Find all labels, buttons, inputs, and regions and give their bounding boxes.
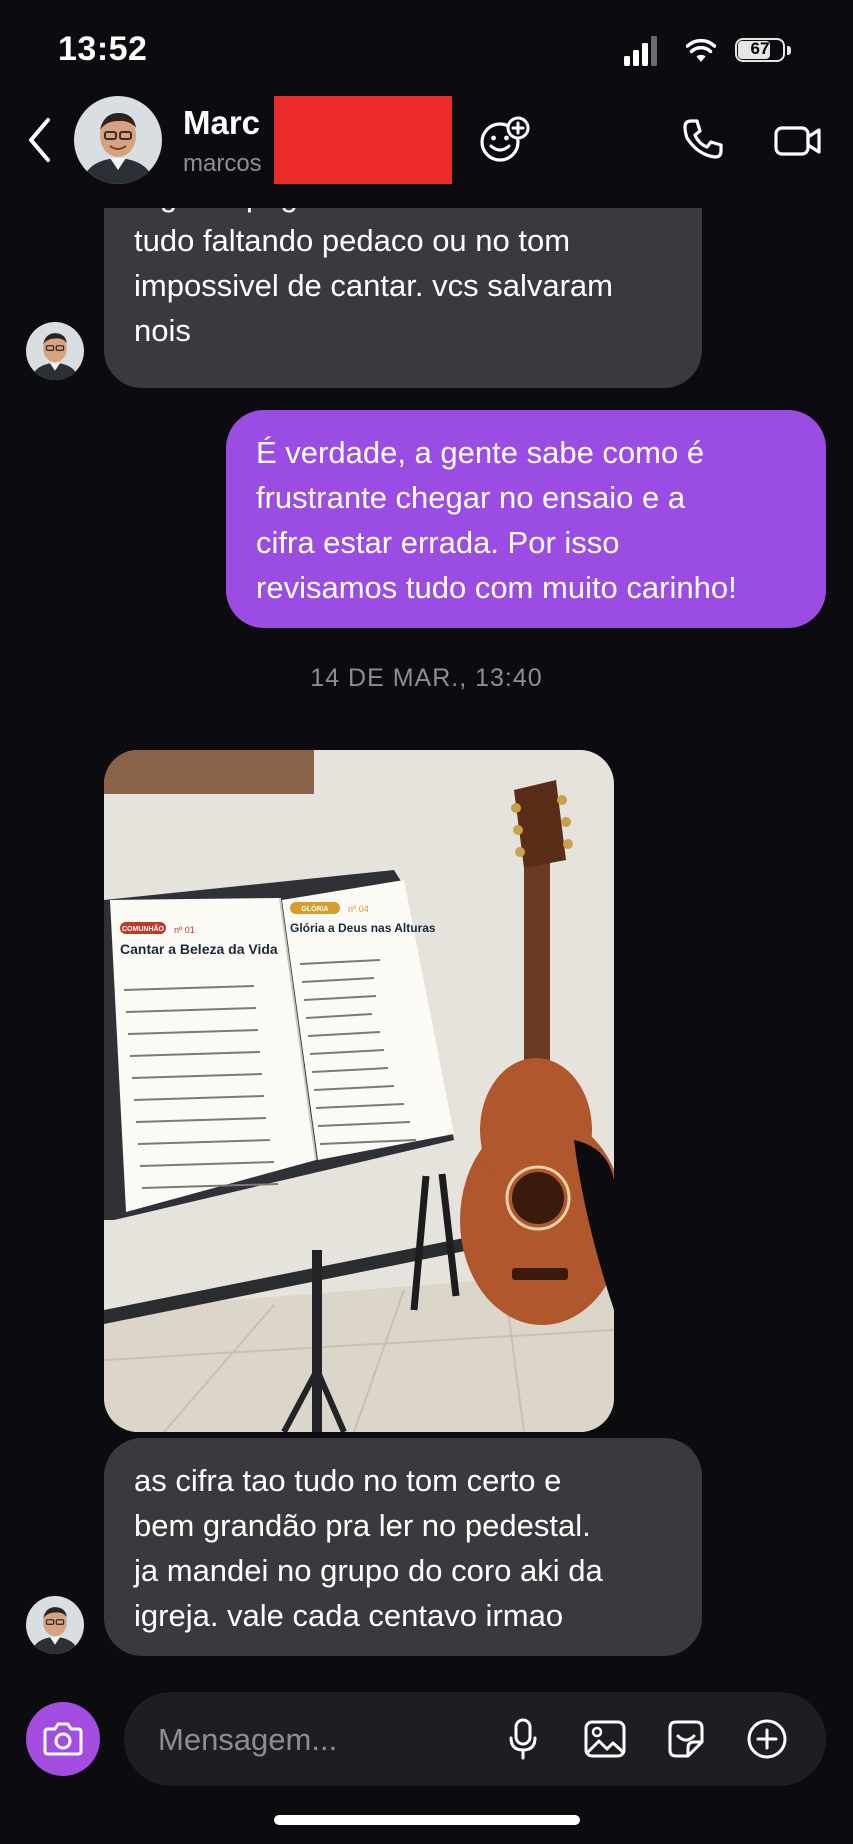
cellular-signal-icon [624,36,657,66]
sender-avatar[interactable] [26,1596,84,1654]
microphone-icon[interactable] [508,1718,538,1760]
contact-name[interactable]: Marc [183,104,260,142]
back-chevron-icon[interactable] [26,116,54,164]
phone-call-icon[interactable] [682,118,724,160]
message-line: tudo faltando pedaco ou no tom [134,223,571,258]
video-call-icon[interactable] [774,124,822,158]
sticker-add-icon[interactable] [478,116,530,164]
contact-username[interactable]: marcos [183,150,262,178]
incoming-message-bubble[interactable]: as cifra tao tudo no tom certo e bem gra… [104,1438,702,1656]
message-line: a gente pegava uns site ai e vinha [134,208,672,218]
outgoing-message-bubble[interactable]: É verdade, a gente sabe como é frustrant… [226,410,826,628]
left-sheet-title: Cantar a Beleza da Vida [120,941,278,957]
message-line: revisamos tudo com muito carinho! [256,570,737,605]
contact-avatar[interactable] [74,96,162,184]
message-line: ja mandei no grupo do coro aki da [134,1553,603,1588]
right-sheet-badge: GLÓRIA [301,904,328,913]
message-clip-area: a gente pegava uns site ai e vinha tudo … [0,208,853,388]
avatar-portrait [74,96,162,184]
battery-percent: 67 [750,39,770,58]
battery-indicator: 67 [735,38,793,64]
add-circle-icon[interactable] [746,1718,788,1760]
wifi-icon [686,38,716,62]
left-sheet-number: nº 01 [174,925,195,935]
sender-avatar[interactable] [26,322,84,380]
message-input[interactable]: Mensagem... [158,1722,337,1758]
message-line: bem grandão pra ler no pedestal. [134,1508,591,1543]
message-line: frustrante chegar no ensaio e a [256,480,686,515]
avatar-portrait [26,1596,84,1654]
photo-message[interactable]: COMUNHÃO nº 01 Cantar a Beleza da Vida G… [104,750,614,1432]
camera-icon [43,1722,83,1756]
gallery-icon[interactable] [584,1720,626,1758]
message-line: nois [134,313,191,348]
message-line: igreja. vale cada centavo irmao [134,1598,564,1633]
camera-button[interactable] [26,1702,100,1776]
message-line: É verdade, a gente sabe como é [256,435,705,470]
home-indicator[interactable] [274,1815,580,1825]
message-line: impossivel de cantar. vcs salvaram [134,268,613,303]
left-sheet-badge: COMUNHÃO [122,924,165,933]
sticker-icon[interactable] [666,1720,706,1758]
status-time: 13:52 [58,30,148,68]
avatar-portrait [26,322,84,380]
right-sheet-number: nº 04 [348,904,369,914]
message-line: as cifra tao tudo no tom certo e [134,1463,562,1498]
photo-music-stand-guitar: COMUNHÃO nº 01 Cantar a Beleza da Vida G… [104,750,614,1432]
redaction-box [274,96,452,184]
incoming-message-bubble[interactable]: a gente pegava uns site ai e vinha tudo … [104,208,702,388]
message-line: cifra estar errada. Por isso [256,525,620,560]
right-sheet-title: Glória a Deus nas Alturas [290,921,436,935]
date-separator: 14 DE MAR., 13:40 [310,664,543,692]
